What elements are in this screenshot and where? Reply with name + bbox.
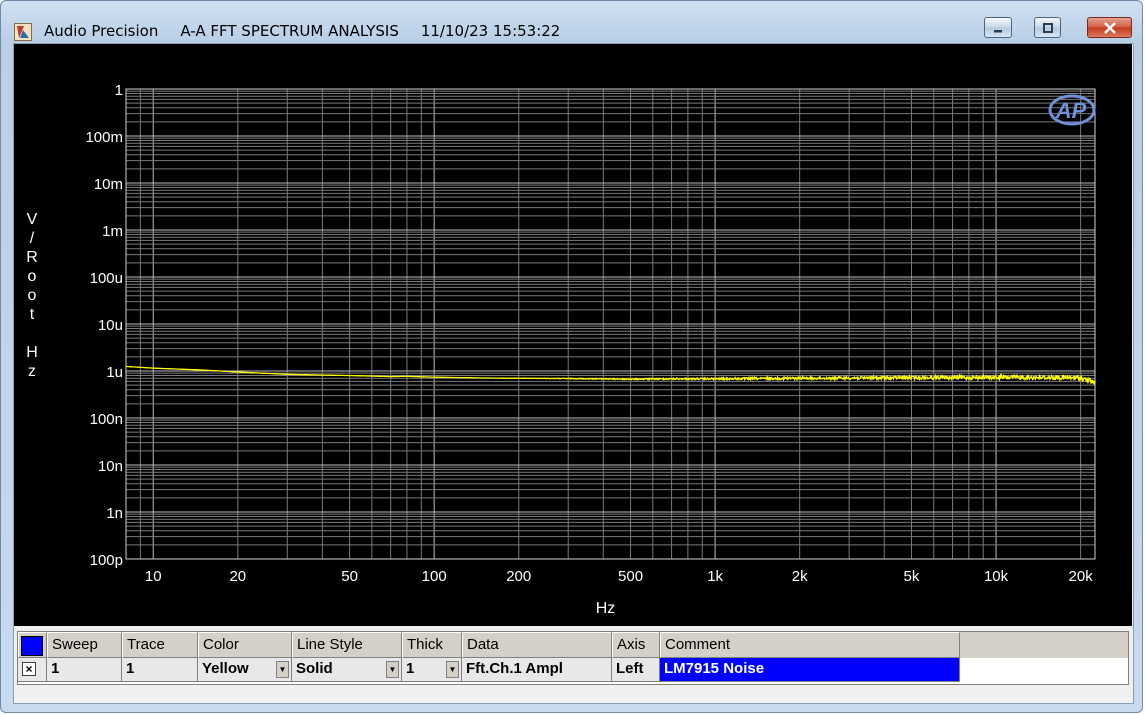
header-comment[interactable]: Comment — [660, 632, 960, 658]
maximize-button[interactable] — [1034, 17, 1061, 38]
y-tick-label: 100n — [90, 411, 123, 428]
header-sweep[interactable]: Sweep — [47, 632, 122, 658]
y-tick-label: 100p — [90, 552, 123, 569]
y-tick-label: 1n — [106, 505, 123, 522]
window-title: Audio Precision A-A FFT SPECTRUM ANALYSIS… — [44, 22, 582, 40]
y-axis-label-char: V — [27, 211, 38, 228]
app-icon — [14, 23, 32, 41]
y-tick-label: 10u — [98, 317, 123, 334]
x-tick-label: 2k — [792, 568, 808, 585]
x-tick-label: 5k — [904, 568, 920, 585]
y-axis-label-char: R — [26, 249, 38, 266]
header-data[interactable]: Data — [462, 632, 612, 658]
enable-cell[interactable]: × — [18, 658, 47, 682]
header-trace[interactable]: Trace — [122, 632, 198, 658]
x-tick-label: 20 — [229, 568, 246, 585]
y-axis-label-char: o — [28, 287, 37, 304]
cell-comment[interactable]: LM7915 Noise — [660, 658, 960, 682]
app-window: Audio Precision A-A FFT SPECTRUM ANALYSIS… — [0, 0, 1143, 713]
line-style-value: Solid — [296, 660, 333, 677]
fft-plot[interactable]: 1 100m 10m 1m 100u 10u 1u 100n 10n 1n 100p 10 20 50 10… — [14, 44, 1132, 626]
x-tick-label: 10 — [145, 568, 162, 585]
header-axis[interactable]: Axis — [612, 632, 660, 658]
table-header-row: Sweep Trace Color Line Style Thick Data … — [18, 632, 1128, 658]
x-tick-label: 1k — [707, 568, 723, 585]
y-axis-label-char: / — [30, 230, 35, 247]
x-tick-label: 50 — [341, 568, 358, 585]
maximize-icon — [1042, 22, 1053, 33]
close-icon — [1103, 21, 1116, 34]
table-row: × 1 1 Yellow ▼ Solid ▼ 1 ▼ Fft.Ch.1 Ampl… — [18, 658, 1128, 682]
y-tick-label: 100m — [85, 129, 123, 146]
y-axis-label-char: H — [26, 344, 38, 361]
cell-data[interactable]: Fft.Ch.1 Ampl — [462, 658, 612, 682]
ap-logo: AP — [1048, 94, 1096, 126]
enable-checkbox[interactable]: × — [22, 662, 36, 676]
line-style-dropdown-button[interactable]: ▼ — [386, 661, 399, 678]
cell-thick[interactable]: 1 ▼ — [402, 658, 462, 682]
color-dropdown-button[interactable]: ▼ — [276, 661, 289, 678]
x-axis-label: Hz — [596, 600, 616, 617]
color-swatch — [21, 636, 43, 656]
y-axis-label-char: z — [28, 363, 36, 380]
plot-name: A-A FFT SPECTRUM ANALYSIS — [180, 22, 399, 40]
header-line-style[interactable]: Line Style — [292, 632, 402, 658]
cell-line-style[interactable]: Solid ▼ — [292, 658, 402, 682]
y-tick-label: 1m — [102, 223, 123, 240]
y-axis-label-char: t — [30, 306, 35, 323]
cell-axis[interactable]: Left — [612, 658, 660, 682]
trace-table: Sweep Trace Color Line Style Thick Data … — [17, 631, 1129, 685]
x-tick-label: 200 — [506, 568, 531, 585]
select-all-cell[interactable] — [18, 632, 47, 658]
cell-color[interactable]: Yellow ▼ — [198, 658, 292, 682]
thick-dropdown-button[interactable]: ▼ — [446, 661, 459, 678]
x-tick-label: 20k — [1069, 568, 1094, 585]
y-tick-label: 1 — [115, 82, 123, 99]
x-tick-label: 10k — [984, 568, 1009, 585]
x-tick-label: 500 — [618, 568, 643, 585]
thick-value: 1 — [406, 660, 415, 677]
close-button[interactable] — [1087, 17, 1132, 38]
color-value: Yellow — [202, 660, 249, 677]
title-bar[interactable]: Audio Precision A-A FFT SPECTRUM ANALYSIS… — [1, 1, 1142, 41]
cell-sweep[interactable]: 1 — [47, 658, 122, 682]
y-axis-label-char: o — [28, 268, 37, 285]
y-tick-label: 10n — [98, 458, 123, 475]
minimize-button[interactable] — [984, 17, 1012, 38]
header-thick[interactable]: Thick — [402, 632, 462, 658]
y-tick-label: 10m — [94, 176, 123, 193]
timestamp: 11/10/23 15:53:22 — [420, 22, 561, 40]
header-color[interactable]: Color — [198, 632, 292, 658]
y-tick-label: 100u — [90, 270, 123, 287]
y-tick-label: 1u — [106, 364, 123, 381]
x-tick-label: 100 — [422, 568, 447, 585]
ap-logo-text: AP — [1055, 98, 1087, 123]
app-name: Audio Precision — [44, 22, 159, 40]
minimize-icon — [994, 29, 1002, 32]
cell-trace[interactable]: 1 — [122, 658, 198, 682]
fft-chart[interactable]: 1 100m 10m 1m 100u 10u 1u 100n 10n 1n 100p 10 20 50 10… — [14, 44, 1132, 626]
